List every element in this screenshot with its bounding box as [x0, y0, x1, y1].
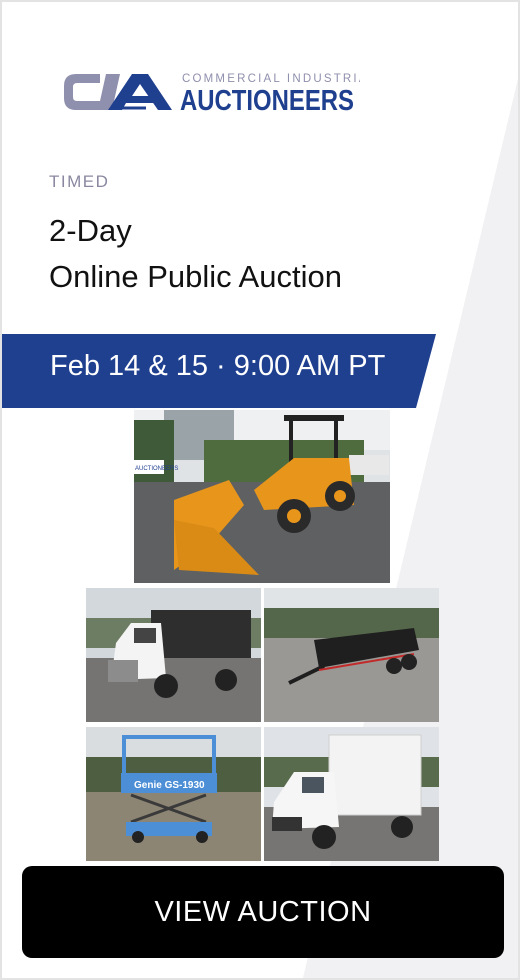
company-logo: COMMERCIAL INDUSTRIAL AUCTIONEERS	[64, 73, 360, 116]
photo-scissor-lift[interactable]: Genie GS-1930	[86, 727, 261, 861]
photo-sign-text: AUCTIONEERS	[135, 466, 178, 472]
photo-wheel-loader[interactable]: AUCTIONEERS	[134, 410, 390, 583]
title-line-2: Online Public Auction	[49, 259, 342, 294]
photo-flatbed-truck[interactable]	[86, 588, 261, 722]
auction-date: Feb 14 & 15 · 9:00 AM PT	[50, 350, 386, 382]
logo-line2: AUCTIONEERS	[180, 85, 354, 116]
auction-title: 2-Day Online Public Auction	[49, 208, 342, 300]
auction-type-label: TIMED	[49, 172, 110, 191]
title-line-1: 2-Day	[49, 213, 132, 248]
photo-box-truck[interactable]	[264, 727, 439, 861]
auction-card: COMMERCIAL INDUSTRIAL AUCTIONEERS TIMED …	[0, 0, 520, 980]
logo-line1: COMMERCIAL INDUSTRIAL	[182, 73, 360, 85]
photo-dump-trailer[interactable]	[264, 588, 439, 722]
view-auction-button[interactable]: VIEW AUCTION	[22, 866, 504, 958]
photo-lift-text: Genie GS-1930	[134, 780, 205, 791]
